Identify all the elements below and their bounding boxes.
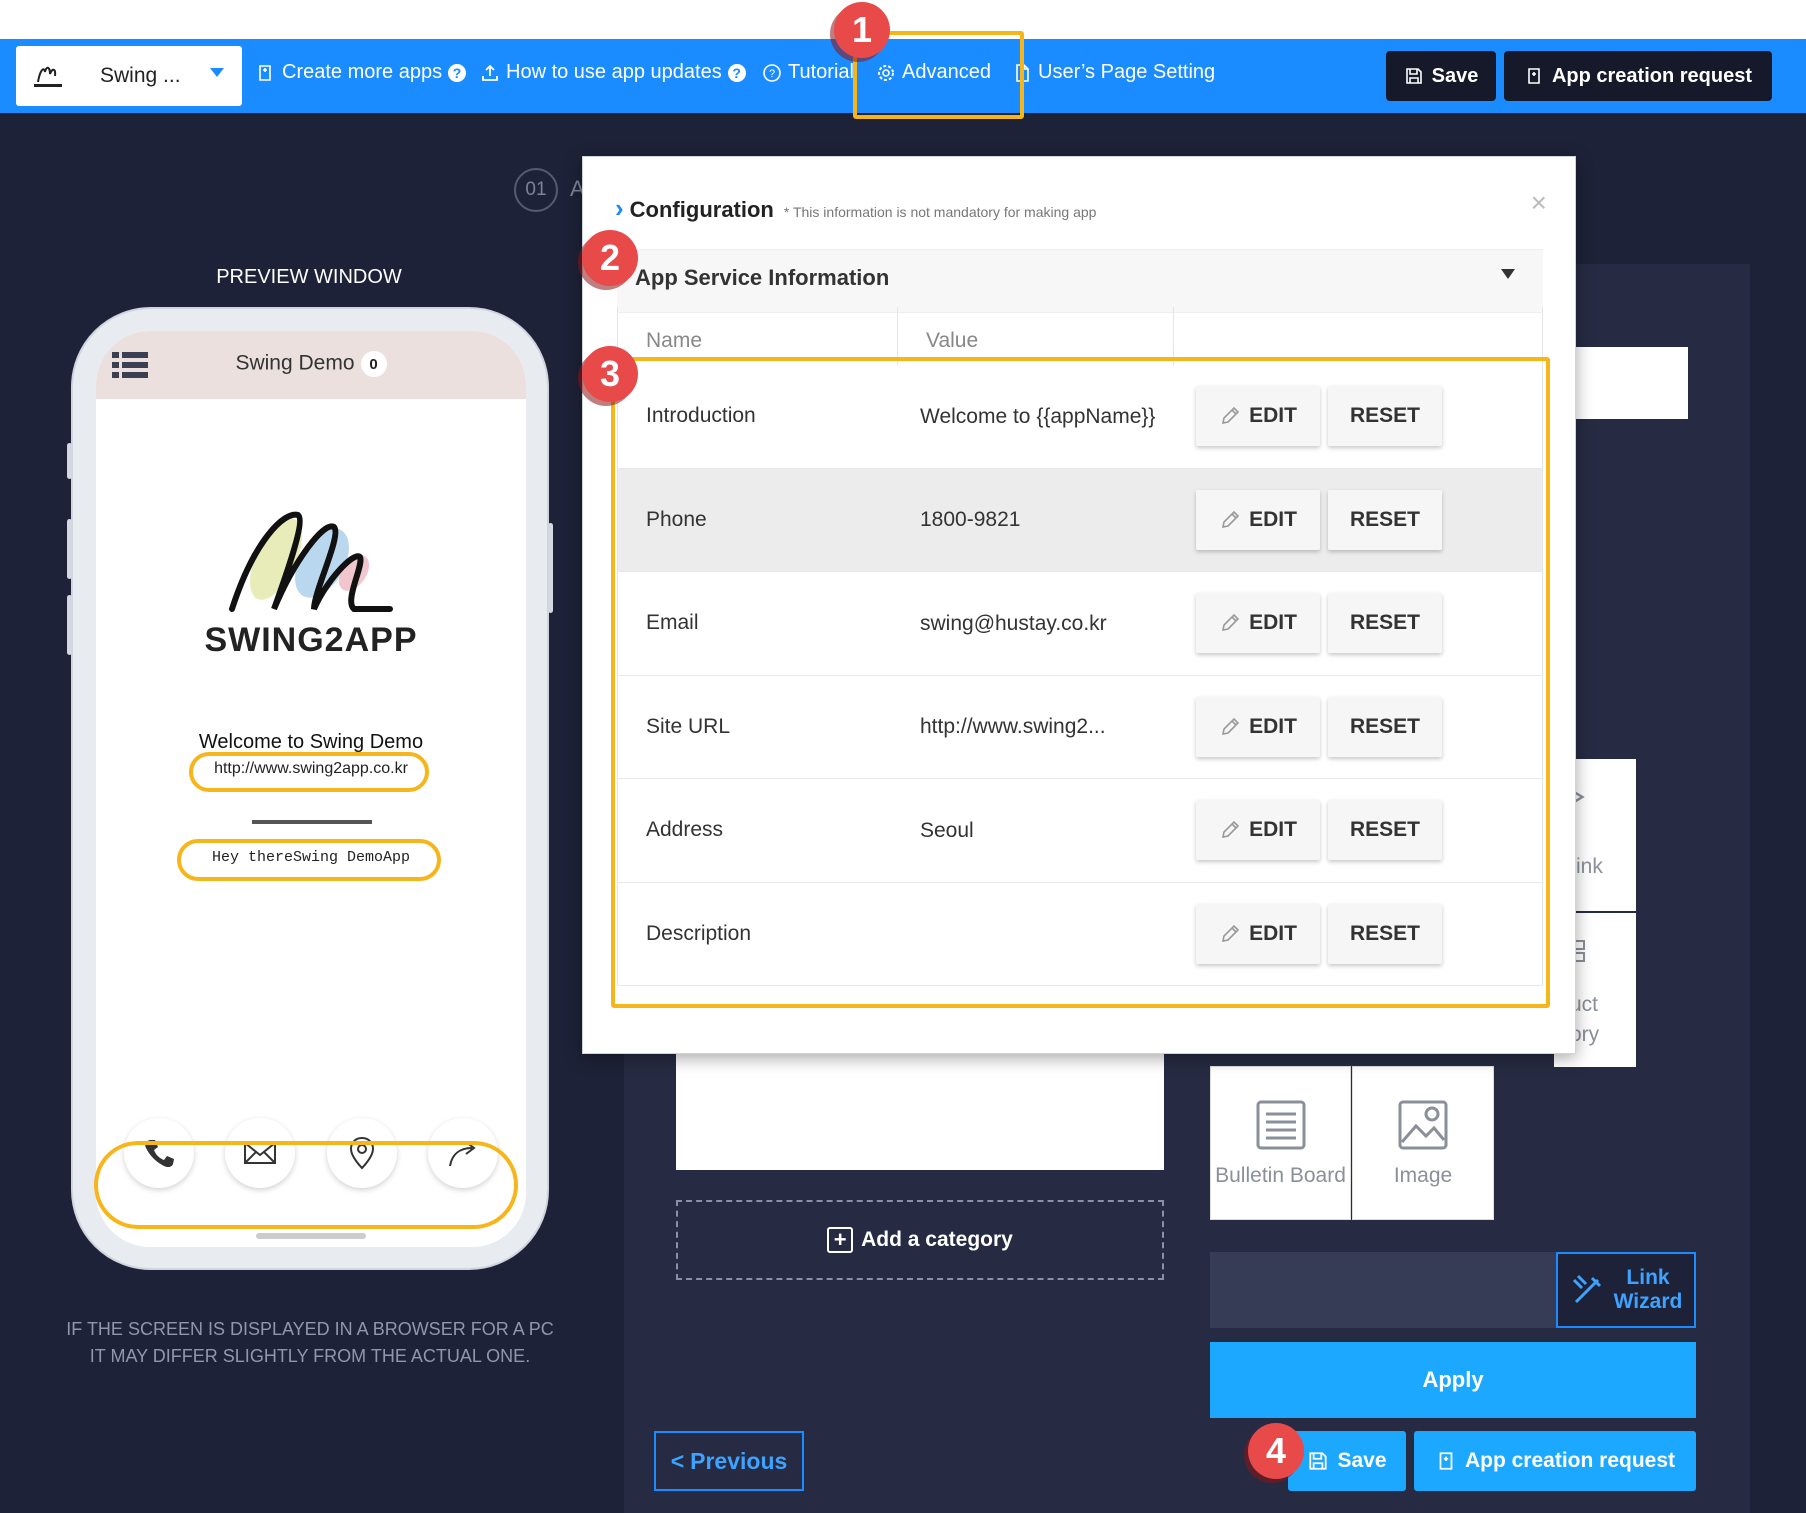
nav-users-page-setting-label: User’s Page Setting bbox=[1038, 61, 1216, 83]
step-marker: 3 bbox=[582, 346, 638, 402]
toolbar-save-button[interactable]: Save bbox=[1386, 51, 1496, 101]
add-category-button[interactable]: + Add a category bbox=[676, 1200, 1164, 1280]
home-indicator bbox=[256, 1233, 366, 1239]
svg-text:?: ? bbox=[769, 68, 775, 80]
question-circle-icon: ? bbox=[763, 63, 781, 82]
toolbar-app-creation-request-label: App creation request bbox=[1551, 64, 1753, 87]
nav-create-more-apps-label: Create more apps bbox=[282, 61, 443, 83]
bottom-save-label: Save bbox=[1337, 1449, 1387, 1472]
previous-button[interactable]: < Previous bbox=[654, 1431, 804, 1491]
nav-create-more-apps[interactable]: Create more apps ? bbox=[256, 61, 467, 84]
phone-side-button bbox=[67, 443, 72, 479]
phone-side-button bbox=[548, 523, 553, 613]
chevron-right-icon: › bbox=[615, 193, 624, 223]
table-highlight bbox=[611, 357, 1550, 1008]
app-name: Swing ... bbox=[100, 64, 181, 87]
image-icon bbox=[1398, 1100, 1448, 1150]
save-icon bbox=[1309, 1452, 1328, 1470]
site-url-highlight bbox=[189, 752, 429, 792]
upload-icon bbox=[482, 64, 498, 81]
app-selector[interactable]: Swing ... bbox=[16, 46, 242, 106]
tile-link-label: ink bbox=[1576, 855, 1603, 878]
save-icon bbox=[1405, 68, 1422, 84]
modal-title: Configuration bbox=[629, 197, 774, 222]
bottom-app-creation-request-label: App creation request bbox=[1464, 1449, 1676, 1472]
tile-image[interactable]: Image bbox=[1352, 1066, 1494, 1220]
preview-disclaimer: IF THE SCREEN IS DISPLAYED IN A BROWSER … bbox=[40, 1316, 580, 1370]
chevron-down-icon bbox=[210, 68, 224, 77]
app-logo-icon bbox=[34, 66, 62, 87]
toolbar-save-label: Save bbox=[1431, 64, 1479, 87]
app-header: Swing Demo 0 bbox=[96, 331, 526, 399]
welcome-text: Welcome to Swing Demo bbox=[198, 731, 424, 753]
notification-badge: 0 bbox=[360, 351, 387, 377]
divider bbox=[252, 820, 372, 824]
step-marker: 1 bbox=[834, 2, 890, 58]
preview-window-title: PREVIEW WINDOW bbox=[216, 266, 402, 288]
magic-wand-icon bbox=[1572, 1274, 1601, 1304]
phone-side-button bbox=[67, 519, 72, 579]
modal-header: › Configuration * This information is no… bbox=[615, 193, 1096, 224]
step-number: 01 bbox=[514, 168, 558, 212]
new-app-icon bbox=[1439, 1452, 1453, 1470]
new-app-icon bbox=[1528, 68, 1540, 84]
tile-bulletin-board-label: Bulletin Board bbox=[1215, 1164, 1346, 1187]
link-input[interactable] bbox=[1210, 1252, 1558, 1328]
toolbar-app-creation-request-button[interactable]: App creation request bbox=[1504, 51, 1772, 101]
nav-how-to-use-label: How to use app updates bbox=[506, 61, 722, 83]
previous-label: Previous bbox=[690, 1447, 788, 1474]
chevron-left-icon: < bbox=[670, 1447, 685, 1474]
disclaimer-line-2: IT MAY DIFFER SLIGHTLY FROM THE ACTUAL O… bbox=[89, 1346, 531, 1366]
nav-how-to-use[interactable]: How to use app updates ? bbox=[480, 61, 746, 84]
caret-down-icon[interactable] bbox=[1501, 269, 1515, 279]
bulletin-board-icon bbox=[1256, 1100, 1305, 1150]
logo-text: SWING2APP bbox=[204, 621, 418, 659]
app-title: Swing Demo 0 bbox=[96, 351, 526, 377]
close-icon[interactable]: × bbox=[1531, 187, 1547, 219]
nav-tutorial-label: Tutorial bbox=[788, 61, 854, 83]
phone-side-button bbox=[67, 595, 72, 655]
quick-action-highlight bbox=[94, 1141, 518, 1229]
plus-icon: + bbox=[827, 1227, 854, 1253]
tile-image-label: Image bbox=[1393, 1164, 1453, 1187]
nav-users-page-setting[interactable]: User’s Page Setting bbox=[1012, 61, 1215, 84]
modal-note: * This information is not mandatory for … bbox=[783, 204, 1097, 220]
link-wizard-button[interactable]: Link Wizard bbox=[1556, 1252, 1696, 1328]
step-marker: 4 bbox=[1248, 1423, 1304, 1479]
step-marker: 2 bbox=[582, 230, 638, 286]
help-icon[interactable]: ? bbox=[448, 63, 467, 82]
swing2app-logo-icon bbox=[229, 511, 393, 612]
add-category-label: Add a category bbox=[861, 1228, 1013, 1251]
nav-tutorial[interactable]: ? Tutorial bbox=[762, 61, 854, 84]
app-title-text: Swing Demo bbox=[235, 351, 355, 375]
link-wizard-line-1: Link bbox=[1626, 1266, 1670, 1289]
link-wizard-line-2: Wizard bbox=[1613, 1290, 1683, 1313]
apply-button[interactable]: Apply bbox=[1210, 1342, 1696, 1418]
help-icon[interactable]: ? bbox=[727, 63, 746, 82]
disclaimer-line-1: IF THE SCREEN IS DISPLAYED IN A BROWSER … bbox=[66, 1319, 554, 1339]
bottom-app-creation-request-button[interactable]: App creation request bbox=[1414, 1431, 1696, 1491]
content-area bbox=[676, 1050, 1164, 1170]
new-app-icon bbox=[259, 64, 271, 81]
bottom-save-button[interactable]: Save bbox=[1288, 1431, 1406, 1491]
section-title: App Service Information bbox=[635, 265, 890, 290]
link-wizard-label: Link Wizard bbox=[1614, 1266, 1683, 1314]
tile-bulletin-board[interactable]: Bulletin Board bbox=[1210, 1066, 1351, 1220]
description-highlight bbox=[177, 839, 441, 881]
